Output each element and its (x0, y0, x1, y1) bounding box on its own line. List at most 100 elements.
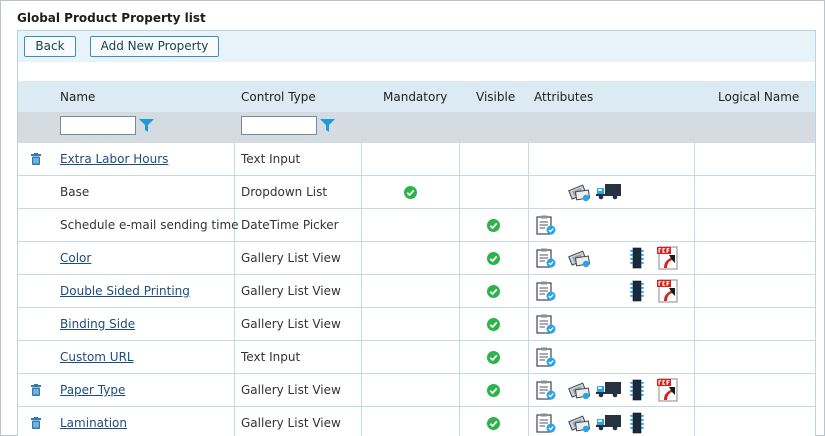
column-divider (361, 176, 362, 208)
checklist-icon (535, 347, 557, 370)
column-divider (234, 341, 235, 373)
name-filter-icon[interactable] (139, 119, 154, 133)
delete-trash-icon[interactable] (31, 417, 41, 429)
column-divider (694, 341, 695, 373)
delivery-truck-icon (596, 182, 622, 203)
table-row: Base Dropdown List (18, 176, 815, 209)
visible-check-icon (487, 219, 500, 232)
column-divider (459, 308, 460, 340)
name-filter-input[interactable] (60, 116, 136, 135)
page-title: Global Product Property list (17, 11, 206, 25)
pdf-icon (655, 278, 681, 307)
control-type-filter-icon[interactable] (320, 119, 335, 133)
price-tag-icon (567, 380, 591, 403)
column-header-logical-name[interactable]: Logical Name (718, 90, 799, 104)
column-divider (361, 275, 362, 307)
toolbar: Back Add New Property (18, 31, 815, 62)
property-name-link[interactable]: Double Sided Printing (60, 284, 190, 298)
back-button[interactable]: Back (24, 36, 76, 57)
column-header-attributes: Attributes (534, 90, 594, 104)
column-divider (234, 143, 235, 175)
chip-icon (630, 379, 644, 404)
table-row: Double Sided Printing Gallery List View (18, 275, 815, 308)
table-row: Lamination Gallery List View (18, 407, 815, 436)
column-header-control-type[interactable]: Control Type (241, 90, 316, 104)
column-divider (459, 407, 460, 436)
visible-check-icon (487, 351, 500, 364)
column-divider (234, 374, 235, 406)
visible-check-icon (487, 252, 500, 265)
column-divider (694, 308, 695, 340)
column-divider (361, 143, 362, 175)
column-divider (459, 176, 460, 208)
control-type-value: Text Input (241, 350, 301, 364)
chip-icon (630, 247, 644, 272)
checklist-icon (535, 281, 557, 304)
column-divider (528, 176, 529, 208)
property-name-link[interactable]: Extra Labor Hours (60, 152, 168, 166)
column-divider (459, 242, 460, 274)
column-divider (234, 407, 235, 436)
column-divider (528, 407, 529, 436)
column-divider (459, 209, 460, 241)
control-type-value: Text Input (241, 152, 301, 166)
control-type-filter-input[interactable] (241, 116, 317, 135)
property-name: Schedule e-mail sending time (60, 218, 239, 232)
control-type-value: Gallery List View (241, 383, 341, 397)
price-tag-icon (567, 248, 591, 271)
pdf-icon (655, 377, 681, 406)
property-list-panel: Back Add New Property Name Control Type … (17, 30, 816, 436)
control-type-value: DateTime Picker (241, 218, 339, 232)
column-divider (528, 341, 529, 373)
visible-check-icon (487, 285, 500, 298)
column-divider (528, 275, 529, 307)
add-new-property-button[interactable]: Add New Property (90, 36, 219, 57)
price-tag-icon (567, 182, 591, 205)
delivery-truck-icon (596, 413, 622, 434)
visible-check-icon (487, 384, 500, 397)
column-divider (694, 209, 695, 241)
column-divider (361, 308, 362, 340)
property-name-link[interactable]: Lamination (60, 416, 127, 430)
column-divider (234, 275, 235, 307)
column-divider (694, 407, 695, 436)
checklist-icon (535, 380, 557, 403)
column-divider (528, 374, 529, 406)
column-header-mandatory[interactable]: Mandatory (383, 90, 447, 104)
column-divider (528, 308, 529, 340)
property-name-link[interactable]: Binding Side (60, 317, 135, 331)
property-name: Base (60, 185, 90, 199)
column-divider (528, 209, 529, 241)
delete-trash-icon[interactable] (31, 153, 41, 165)
visible-check-icon (487, 318, 500, 331)
column-divider (361, 407, 362, 436)
column-divider (361, 209, 362, 241)
checklist-icon (535, 314, 557, 337)
property-name-link[interactable]: Paper Type (60, 383, 125, 397)
pdf-icon (655, 245, 681, 274)
window-frame: Global Product Property list Back Add Ne… (0, 0, 825, 436)
checklist-icon (535, 215, 557, 238)
control-type-value: Gallery List View (241, 416, 341, 430)
column-divider (694, 176, 695, 208)
column-header-visible[interactable]: Visible (476, 90, 515, 104)
column-divider (234, 176, 235, 208)
property-name-link[interactable]: Color (60, 251, 91, 265)
delete-trash-icon[interactable] (31, 384, 41, 396)
column-divider (361, 341, 362, 373)
column-divider (694, 275, 695, 307)
column-divider (528, 242, 529, 274)
checklist-icon (535, 413, 557, 436)
table-row: Binding Side Gallery List View (18, 308, 815, 341)
column-divider (234, 308, 235, 340)
column-divider (459, 341, 460, 373)
chip-icon (630, 280, 644, 305)
visible-check-icon (487, 417, 500, 430)
column-divider (361, 242, 362, 274)
column-divider (459, 374, 460, 406)
checklist-icon (535, 248, 557, 271)
column-divider (694, 143, 695, 175)
property-name-link[interactable]: Custom URL (60, 350, 134, 364)
column-header-name[interactable]: Name (60, 90, 95, 104)
filter-row (18, 112, 815, 143)
